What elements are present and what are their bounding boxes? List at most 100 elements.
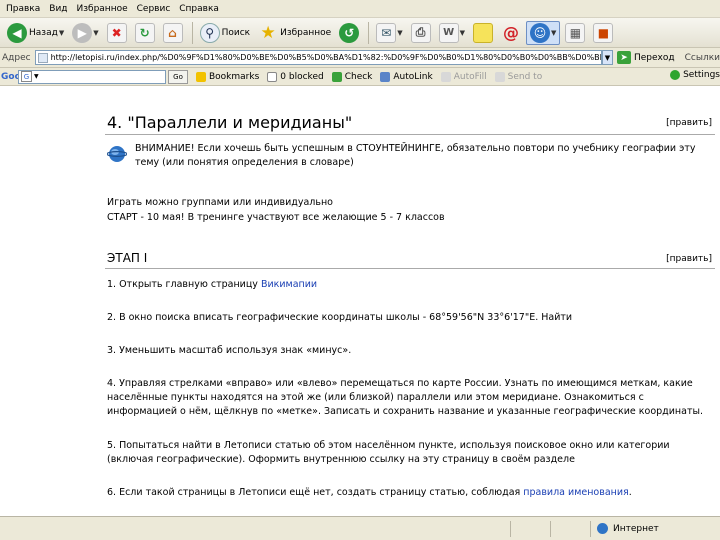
step-4: 4. Управляя стрелками «вправо» или «влев… bbox=[107, 378, 703, 417]
address-label: Адрес bbox=[2, 52, 31, 63]
go-arrow-icon: ➤ bbox=[616, 51, 631, 64]
edit-button[interactable]: W ▼ bbox=[436, 21, 468, 45]
go-button[interactable]: ➤ Переход bbox=[616, 51, 675, 64]
standard-toolbar: ◀ Назад ▼ ▶ ▼ ✖ ↻ ⌂ ⚲ Поиск ★ Избранное … bbox=[0, 18, 720, 48]
google-settings-button[interactable]: Settings bbox=[666, 70, 720, 80]
refresh-button[interactable]: ↻ bbox=[132, 21, 158, 45]
chevron-down-icon: ▼ bbox=[551, 28, 557, 37]
chevron-down-icon: ▼ bbox=[34, 73, 39, 80]
links-label[interactable]: Ссылки bbox=[685, 53, 720, 63]
word-doc-icon: W bbox=[438, 22, 459, 43]
stop-button[interactable]: ✖ bbox=[104, 21, 130, 45]
autolink-button[interactable]: AutoLink bbox=[380, 71, 433, 82]
menu-item-tools[interactable]: Сервис bbox=[137, 4, 171, 14]
back-button[interactable]: ◀ Назад ▼ bbox=[4, 21, 67, 45]
menu-bar: Правка Вид Избранное Сервис Справка bbox=[0, 0, 720, 18]
stop-icon: ✖ bbox=[106, 22, 127, 43]
spellcheck-button[interactable]: Check bbox=[331, 71, 372, 82]
status-cell bbox=[510, 520, 550, 537]
favorites-button[interactable]: ★ Избранное bbox=[255, 21, 334, 45]
security-zone: Интернет bbox=[590, 520, 720, 537]
bookmarks-button[interactable]: Bookmarks bbox=[196, 71, 259, 82]
step-2: 2. В окно поиска вписать географические … bbox=[107, 312, 573, 323]
chevron-down-icon: ▼ bbox=[58, 28, 65, 37]
globe-icon bbox=[107, 146, 127, 162]
address-url: http://letopisi.ru/index.php/%D0%9F%D1%8… bbox=[50, 53, 602, 62]
stage-divider bbox=[105, 268, 715, 269]
edit-section-link[interactable]: [править] bbox=[666, 118, 712, 128]
research-button[interactable]: ▦ bbox=[562, 21, 588, 45]
refresh-icon: ↻ bbox=[134, 22, 155, 43]
star-icon: ★ bbox=[260, 22, 276, 43]
note-icon bbox=[473, 22, 493, 43]
settings-icon bbox=[670, 70, 681, 80]
menu-item-help[interactable]: Справка bbox=[179, 4, 219, 14]
google-search-input[interactable]: G ▼ bbox=[18, 69, 166, 84]
menu-item-favorites[interactable]: Избранное bbox=[77, 4, 128, 14]
step-6: 6. Если такой страницы в Летописи ещё не… bbox=[107, 487, 632, 498]
step-5: 5. Попытаться найти в Летописи статью об… bbox=[107, 440, 670, 465]
menu-item-edit[interactable]: Правка bbox=[6, 4, 40, 14]
back-arrow-icon: ◀ bbox=[7, 22, 27, 43]
wikimapia-link[interactable]: Викимапии bbox=[261, 279, 317, 290]
toolbar-divider bbox=[191, 21, 193, 44]
tool-icon: ■ bbox=[593, 22, 614, 43]
forward-arrow-icon: ▶ bbox=[72, 22, 93, 43]
address-input[interactable]: http://letopisi.ru/index.php/%D0%9F%D1%8… bbox=[34, 50, 602, 65]
google-go-button[interactable]: Go bbox=[168, 69, 188, 84]
email-at-button[interactable]: @ bbox=[498, 21, 524, 45]
printer-icon: ⎙ bbox=[410, 22, 431, 43]
send-to-button[interactable]: Send to bbox=[494, 71, 542, 82]
page-content: 4. "Параллели и меридианы" [править] ВНИ… bbox=[95, 86, 720, 516]
step-3: 3. Уменьшить масштаб используя знак «мин… bbox=[107, 345, 352, 356]
address-dropdown-icon[interactable]: ▼ bbox=[601, 50, 613, 65]
stage-heading: ЭТАП I bbox=[107, 251, 148, 265]
print-button[interactable]: ⎙ bbox=[408, 21, 434, 45]
messenger-button[interactable]: ☺ ▼ bbox=[526, 20, 561, 45]
history-icon: ↺ bbox=[339, 22, 360, 43]
popup-blocker-icon bbox=[267, 71, 278, 82]
popup-blocker-button[interactable]: 0 blocked bbox=[267, 71, 324, 82]
search-icon: ⚲ bbox=[199, 22, 220, 43]
menu-item-view[interactable]: Вид bbox=[49, 4, 67, 14]
home-icon: ⌂ bbox=[162, 22, 183, 43]
heading-divider bbox=[105, 134, 715, 135]
status-bar: Интернет bbox=[0, 516, 720, 540]
check-icon bbox=[331, 71, 342, 82]
internet-zone-icon bbox=[597, 523, 608, 534]
mail-button[interactable]: ✉ ▼ bbox=[373, 21, 405, 45]
start-text: СТАРТ - 10 мая! В тренинге участвуют все… bbox=[107, 212, 445, 223]
step-1: 1. Открыть главную страницу Викимапии bbox=[107, 279, 318, 290]
naming-rules-link[interactable]: правила именования bbox=[523, 487, 628, 498]
google-g-icon: G bbox=[21, 71, 32, 82]
google-toolbar: Google G ▼ Go Bookmarks 0 blocked Check … bbox=[0, 68, 720, 86]
status-cell bbox=[550, 520, 590, 537]
notes-button[interactable] bbox=[470, 21, 496, 45]
autofill-button[interactable]: AutoFill bbox=[440, 71, 487, 82]
autofill-icon bbox=[440, 71, 451, 82]
chevron-down-icon: ▼ bbox=[459, 28, 465, 37]
autolink-icon bbox=[380, 71, 391, 82]
notice-text: ВНИМАНИЕ! Если хочешь быть успешным в СТ… bbox=[135, 143, 696, 168]
section-heading: 4. "Параллели и меридианы" bbox=[107, 113, 353, 132]
google-logo: Google bbox=[0, 72, 36, 82]
messenger-icon: ☺ bbox=[530, 22, 550, 43]
history-button[interactable]: ↺ bbox=[336, 21, 362, 45]
send-icon bbox=[494, 71, 505, 82]
research-icon: ▦ bbox=[565, 22, 586, 43]
page-left-margin bbox=[0, 86, 95, 516]
home-button[interactable]: ⌂ bbox=[160, 21, 186, 45]
chevron-down-icon: ▼ bbox=[397, 28, 403, 37]
extra-tool-button[interactable]: ■ bbox=[590, 21, 616, 45]
edit-stage-link[interactable]: [править] bbox=[666, 254, 712, 264]
address-bar: Адрес http://letopisi.ru/index.php/%D0%9… bbox=[0, 48, 720, 68]
at-sign-icon: @ bbox=[503, 23, 519, 42]
play-mode-text: Играть можно группами или индивидуально bbox=[107, 197, 333, 208]
page-icon bbox=[37, 52, 48, 63]
status-text bbox=[0, 521, 510, 537]
forward-button[interactable]: ▶ ▼ bbox=[69, 21, 101, 45]
bookmark-star-icon bbox=[196, 71, 206, 82]
chevron-down-icon: ▼ bbox=[93, 28, 99, 37]
mail-icon: ✉ bbox=[376, 22, 397, 43]
search-button[interactable]: ⚲ Поиск bbox=[197, 21, 254, 45]
